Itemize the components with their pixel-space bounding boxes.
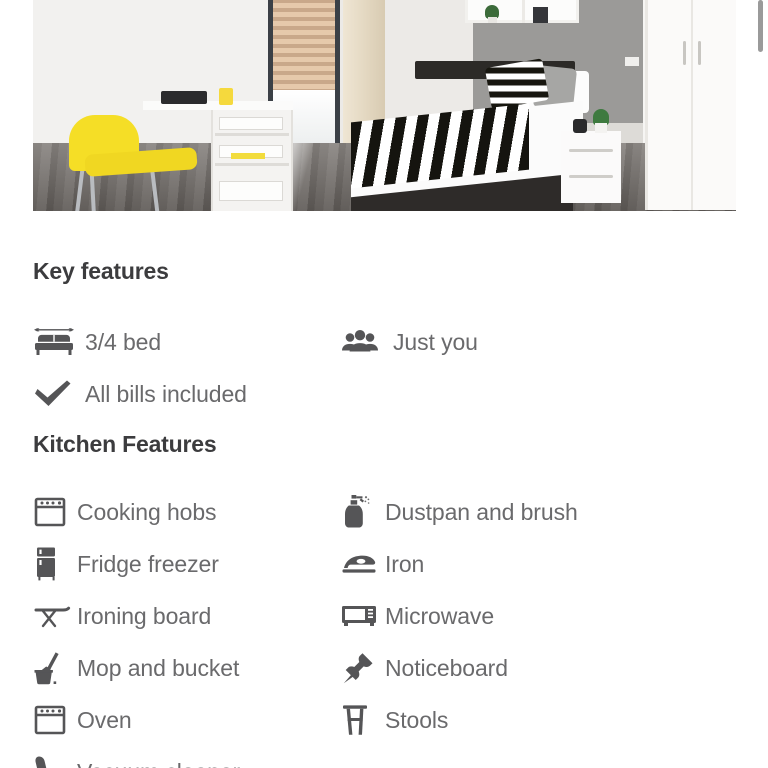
feature-item-iron: Iron	[341, 538, 741, 590]
bed-icon	[33, 325, 85, 359]
feature-row: Ironing board Microwave	[0, 590, 768, 642]
people-icon	[341, 328, 393, 356]
feature-item-oven: Oven	[33, 694, 333, 746]
feature-label: Ironing board	[77, 602, 212, 629]
feature-row: All bills included	[0, 368, 768, 420]
feature-label: Oven	[77, 706, 132, 733]
page-root: Key features 3/4 bed Just you All bills …	[0, 0, 768, 768]
feature-label: Vacuum cleaner	[77, 759, 240, 768]
feature-item-occupancy: Just you	[341, 316, 741, 368]
feature-label: Iron	[385, 550, 425, 577]
feature-item-cooking-hobs: Cooking hobs	[33, 486, 333, 538]
key-features-heading: Key features	[33, 258, 169, 284]
room-photo-image	[33, 0, 736, 211]
oven-icon	[33, 703, 77, 737]
feature-label: Microwave	[385, 602, 495, 629]
feature-label: Stools	[385, 706, 449, 733]
feature-item-stools: Stools	[341, 694, 741, 746]
feature-row: Fridge freezer Iron	[0, 538, 768, 590]
feature-item-bed: 3/4 bed	[33, 316, 333, 368]
feature-row: Cooking hobs Dustpan and brush	[0, 486, 768, 538]
ironing-board-icon	[33, 602, 77, 630]
microwave-icon	[341, 603, 385, 629]
stool-icon	[341, 703, 385, 737]
feature-label: Just you	[393, 328, 478, 355]
pin-icon	[341, 651, 385, 685]
iron-icon	[341, 552, 385, 576]
room-photo[interactable]	[33, 0, 736, 211]
feature-label: All bills included	[85, 380, 247, 407]
feature-item-fridge-freezer: Fridge freezer	[33, 538, 333, 590]
scrollbar-thumb[interactable]	[758, 0, 763, 52]
key-features-list: 3/4 bed Just you All bills included	[0, 316, 768, 420]
feature-label: Fridge freezer	[77, 550, 219, 577]
feature-label: Dustpan and brush	[385, 498, 578, 525]
spray-bottle-icon	[341, 494, 385, 530]
check-icon	[33, 379, 85, 409]
feature-item-bills: All bills included	[33, 368, 333, 420]
feature-label: Mop and bucket	[77, 654, 240, 681]
feature-item-noticeboard: Noticeboard	[341, 642, 741, 694]
feature-label: Noticeboard	[385, 654, 508, 681]
feature-item-mop-and-bucket: Mop and bucket	[33, 642, 333, 694]
feature-row: Vacuum cleaner	[0, 746, 768, 768]
feature-item-vacuum-cleaner: Vacuum cleaner	[33, 746, 333, 768]
feature-row: 3/4 bed Just you	[0, 316, 768, 368]
feature-label: 3/4 bed	[85, 328, 162, 355]
feature-item-dustpan-and-brush: Dustpan and brush	[341, 486, 741, 538]
kitchen-features-heading: Kitchen Features	[33, 431, 217, 457]
hob-icon	[33, 495, 77, 529]
kitchen-features-list: Cooking hobs Dustpan and brush Fridge fr…	[0, 486, 768, 768]
feature-label: Cooking hobs	[77, 498, 217, 525]
feature-item-microwave: Microwave	[341, 590, 741, 642]
mop-bucket-icon	[33, 651, 77, 685]
feature-row: Oven Stools	[0, 694, 768, 746]
feature-row: Mop and bucket Noticeboard	[0, 642, 768, 694]
scrollbar-track[interactable]	[757, 0, 764, 768]
feature-item-ironing-board: Ironing board	[33, 590, 333, 642]
fridge-icon	[33, 546, 77, 582]
vacuum-icon	[33, 755, 77, 768]
